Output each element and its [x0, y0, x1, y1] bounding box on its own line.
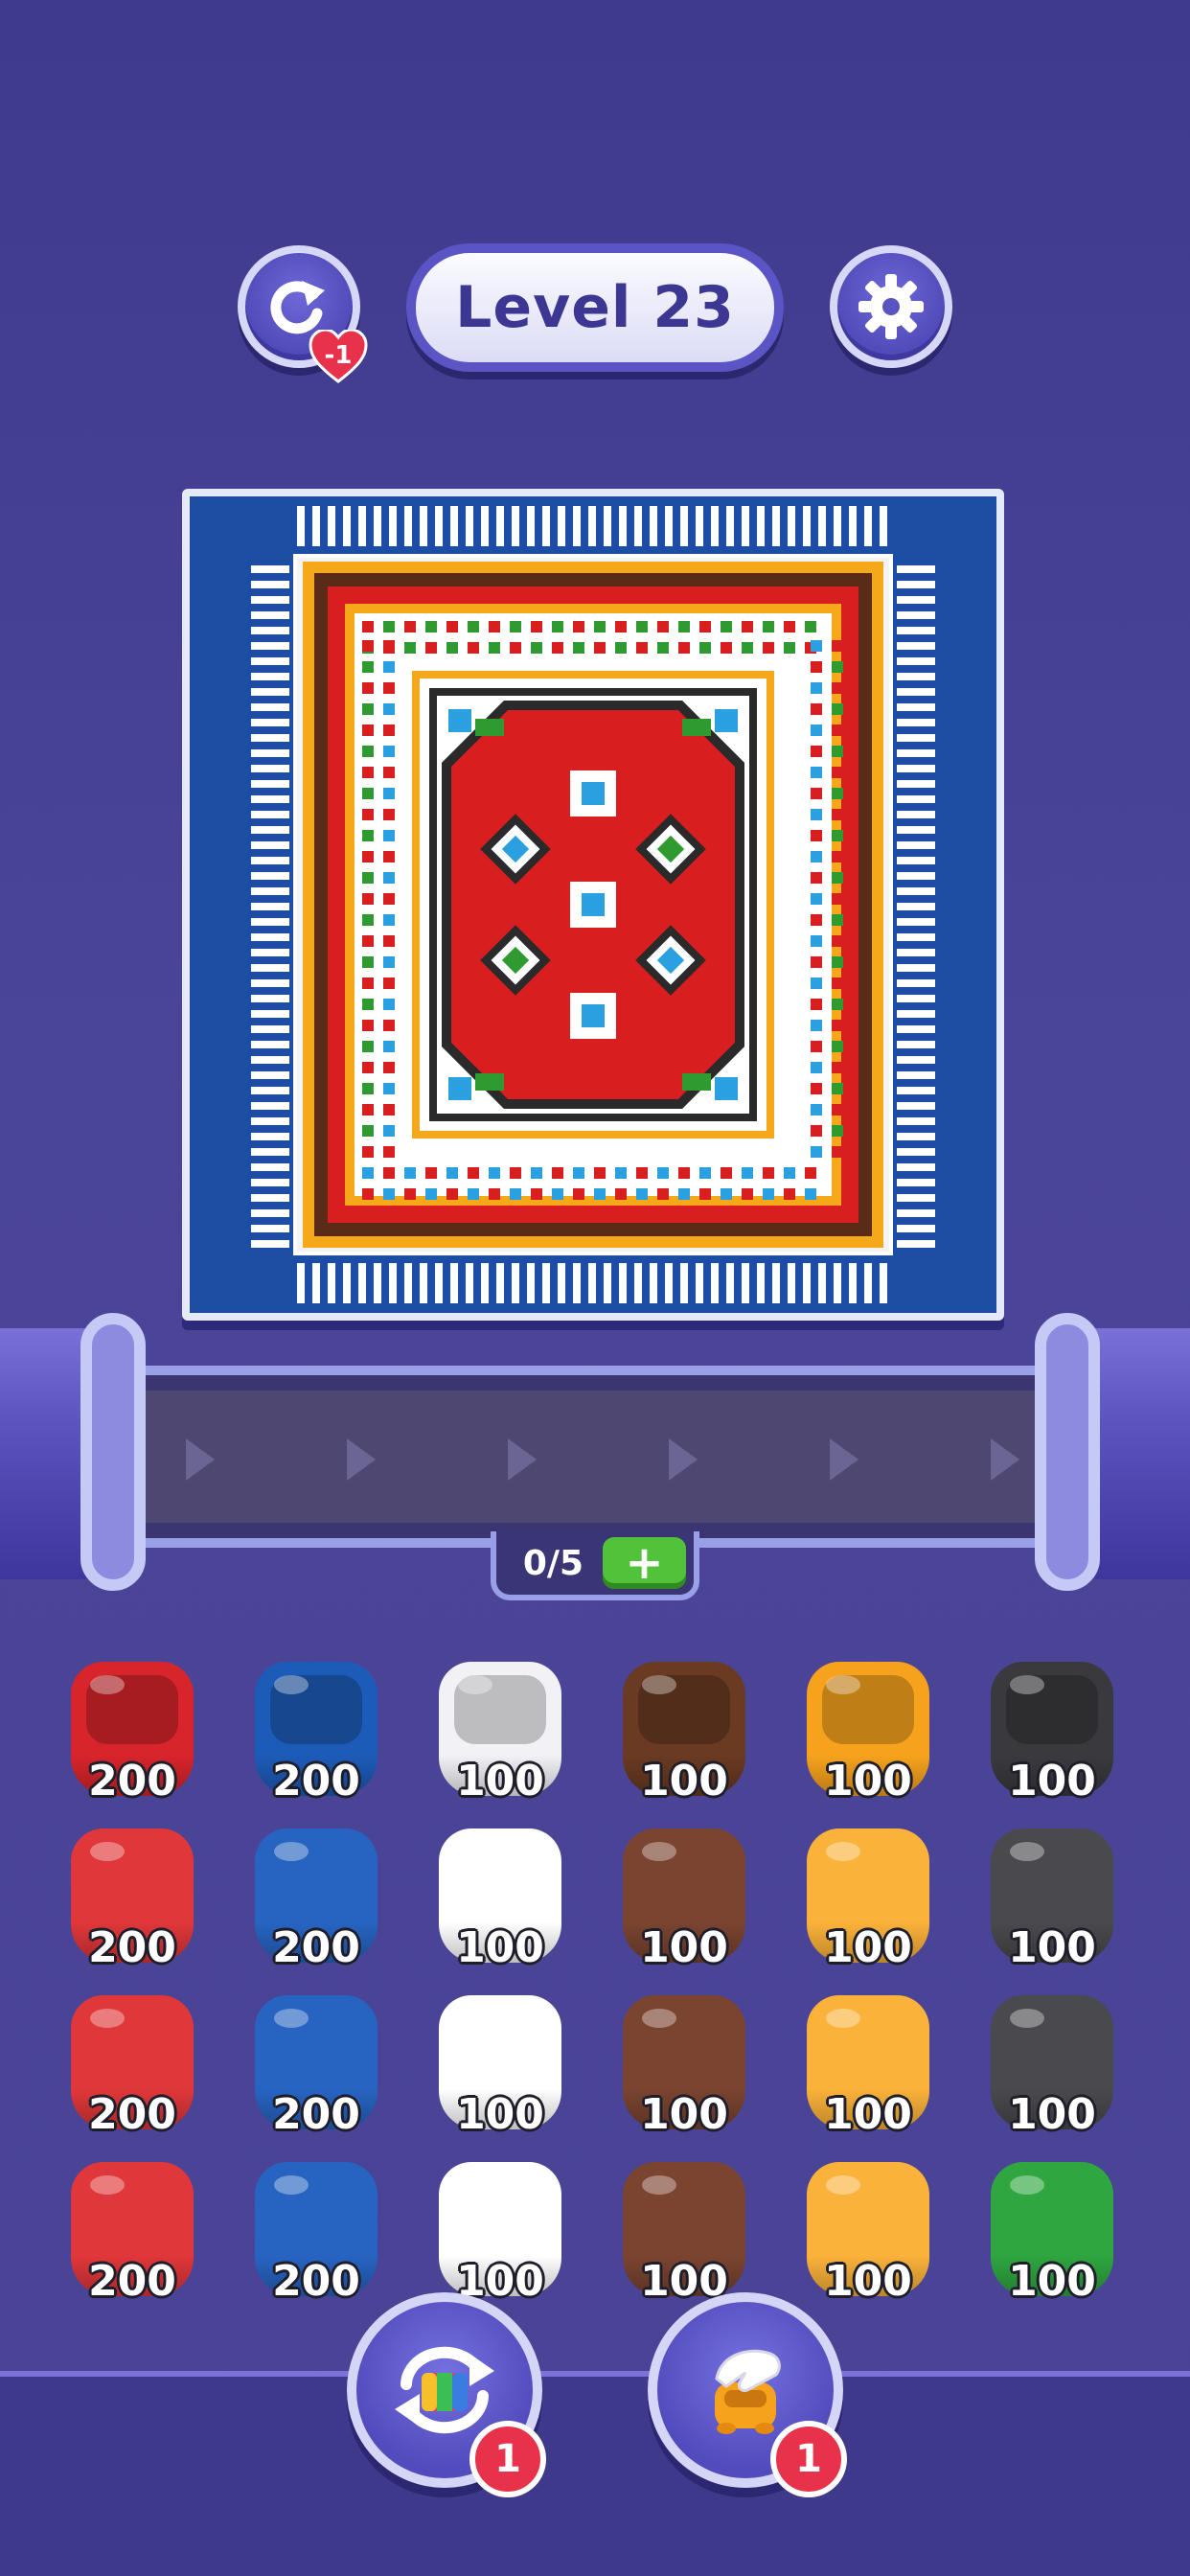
cup-1-5[interactable]: 100 [803, 1658, 933, 1807]
settings-button[interactable] [830, 245, 952, 368]
cup-3-6[interactable]: 100 [987, 1991, 1117, 2141]
add-slot-button[interactable]: + [602, 1536, 686, 1590]
carpet-picture [190, 496, 996, 1313]
cup-shine [1010, 1842, 1044, 1861]
cup-shine [1010, 1675, 1044, 1694]
cup-3-1[interactable]: 200 [67, 1991, 197, 2141]
cup-4-1[interactable]: 200 [67, 2158, 197, 2308]
cup-1-4[interactable]: 100 [619, 1658, 749, 1807]
conveyor-belt [105, 1366, 1085, 1548]
undo-cost-badge: -1 [309, 330, 368, 383]
cup-count: 100 [456, 2090, 544, 2139]
cup-shine [90, 2009, 125, 2028]
cup-2-5[interactable]: 100 [803, 1825, 933, 1974]
belt-arrow [991, 1438, 1019, 1481]
cup-count: 200 [88, 2090, 176, 2139]
shuffle-count-badge: 1 [469, 2421, 546, 2497]
conveyor-ring-right [1035, 1313, 1100, 1591]
cup-3-4[interactable]: 100 [619, 1991, 749, 2141]
cup-count: 200 [88, 1757, 176, 1806]
cup-count: 100 [640, 1923, 728, 1972]
cup-count: 200 [272, 1757, 360, 1806]
cup-grid: 200 200 100 100 100 100 200 200 100 100 100 100 200 2… [57, 1658, 1133, 2386]
cup-shine [458, 1675, 492, 1694]
belt-arrow [508, 1438, 537, 1481]
belt-arrow [186, 1438, 215, 1481]
cup-4-5[interactable]: 100 [803, 2158, 933, 2308]
cup-shine [1010, 2175, 1044, 2195]
gear-icon [858, 274, 924, 339]
cup-3-5[interactable]: 100 [803, 1991, 933, 2141]
cup-count: 100 [824, 2090, 912, 2139]
cup-1-3[interactable]: 100 [435, 1658, 565, 1807]
cup-2-4[interactable]: 100 [619, 1825, 749, 1974]
undo-cost-text: -1 [324, 341, 353, 370]
cup-3-3[interactable]: 100 [435, 1991, 565, 2141]
cup-1-6[interactable]: 100 [987, 1658, 1117, 1807]
cup-count: 200 [88, 1923, 176, 1972]
cup-shine [458, 2009, 492, 2028]
belt-arrow [347, 1438, 376, 1481]
cup-count: 200 [272, 2257, 360, 2306]
cup-count: 100 [1008, 1923, 1096, 1972]
cup-count: 100 [640, 1757, 728, 1806]
cup-4-6[interactable]: 100 [987, 2158, 1117, 2308]
hand-count-badge: 1 [770, 2421, 847, 2497]
cup-2-1[interactable]: 200 [67, 1825, 197, 1974]
shuffle-powerup-button[interactable]: 1 [347, 2292, 546, 2497]
cup-shine [90, 1675, 125, 1694]
cup-count: 100 [640, 2090, 728, 2139]
cup-count: 200 [272, 2090, 360, 2139]
cup-shine [642, 2009, 676, 2028]
cup-shine [90, 1842, 125, 1861]
cup-count: 100 [1008, 2257, 1096, 2306]
cup-count: 100 [456, 1923, 544, 1972]
cup-shine [90, 2175, 125, 2195]
cup-1-2[interactable]: 200 [251, 1658, 381, 1807]
cup-shine [274, 2175, 309, 2195]
plus-icon: + [625, 1536, 664, 1590]
cup-4-4[interactable]: 100 [619, 2158, 749, 2308]
cup-shine [458, 2175, 492, 2195]
cup-2-2[interactable]: 200 [251, 1825, 381, 1974]
puzzle-board[interactable] [182, 489, 1004, 1321]
cup-count: 100 [456, 1757, 544, 1806]
cup-2-6[interactable]: 100 [987, 1825, 1117, 1974]
level-title: Level 23 [455, 274, 735, 341]
bottom-bar [0, 2371, 1190, 2576]
cup-count: 200 [272, 1923, 360, 1972]
cup-3-2[interactable]: 200 [251, 1991, 381, 2141]
cup-shine [642, 1675, 676, 1694]
cup-count: 100 [1008, 2090, 1096, 2139]
cup-shine [826, 2175, 860, 2195]
cup-shine [826, 1842, 860, 1861]
belt-arrow [830, 1438, 858, 1481]
cup-shine [274, 1675, 309, 1694]
level-indicator: Level 23 [406, 243, 784, 372]
hand-powerup-button[interactable]: 1 [648, 2292, 847, 2497]
cup-shine [458, 1842, 492, 1861]
cup-shine [826, 2009, 860, 2028]
cup-4-3[interactable]: 100 [435, 2158, 565, 2308]
cup-shine [642, 1842, 676, 1861]
cup-count: 100 [824, 1757, 912, 1806]
cup-shine [1010, 2009, 1044, 2028]
cup-shine [826, 1675, 860, 1694]
cup-count: 100 [1008, 1757, 1096, 1806]
capacity-counter: 0/5 [522, 1543, 584, 1583]
undo-button[interactable]: -1 [238, 245, 368, 383]
cup-1-1[interactable]: 200 [67, 1658, 197, 1807]
conveyor-capacity: 0/5 + [491, 1531, 699, 1600]
belt-arrow [669, 1438, 698, 1481]
cup-shine [274, 2009, 309, 2028]
cup-4-2[interactable]: 200 [251, 2158, 381, 2308]
conveyor-ring-left [80, 1313, 146, 1591]
cup-2-3[interactable]: 100 [435, 1825, 565, 1974]
cup-count: 200 [88, 2257, 176, 2306]
cup-count: 100 [824, 1923, 912, 1972]
cup-shine [274, 1842, 309, 1861]
cup-count: 100 [824, 2257, 912, 2306]
cup-shine [642, 2175, 676, 2195]
